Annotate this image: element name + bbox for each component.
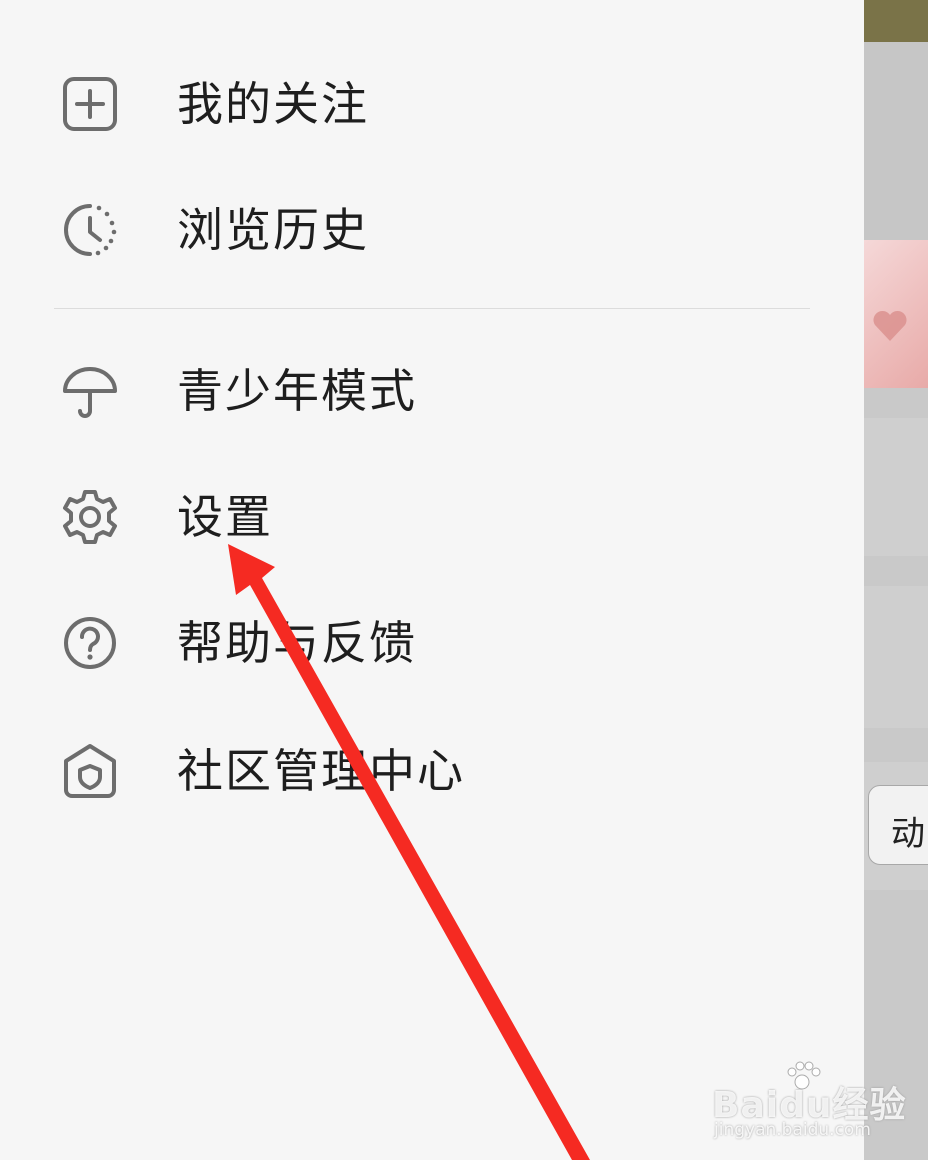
menu-item-label: 我的关注 [177,77,369,131]
umbrella-icon [62,363,118,419]
menu-item-community-center[interactable]: 社区管理中心 [0,743,864,853]
background-card [864,586,928,728]
background-dynamic-button[interactable]: 动 [868,785,928,865]
menu-item-teen-mode[interactable]: 青少年模式 [0,363,864,473]
menu-item-history[interactable]: 浏览历史 [0,202,864,312]
side-drawer: 我的关注 浏览历史 青少年模式 设置 帮助与反馈 社区管理中心 [0,0,864,1160]
menu-divider [54,308,810,309]
background-scrim[interactable]: 动 [864,0,928,1160]
menu-item-help-feedback[interactable]: 帮助与反馈 [0,615,864,725]
help-circle-icon [62,615,118,671]
heart-icon [873,310,907,341]
menu-item-following[interactable]: 我的关注 [0,76,864,186]
menu-item-label: 社区管理中心 [177,744,465,798]
shield-home-icon [62,743,118,799]
cut-off-menu-item [60,0,480,6]
watermark-url: jingyan.baidu.com [714,1120,871,1140]
baidu-jingyan-watermark: Baidu经验 jingyan.baidu.com [712,1061,905,1148]
background-card [864,42,928,240]
menu-item-label: 青少年模式 [177,364,417,418]
menu-item-label: 浏览历史 [177,203,369,257]
background-button-label: 动 [891,814,925,854]
menu-item-label: 帮助与反馈 [177,616,417,670]
gear-icon [62,489,118,545]
menu-item-settings[interactable]: 设置 [0,489,864,599]
background-image-strip [864,0,928,42]
history-clock-icon [62,202,118,258]
partial-icon [60,0,120,6]
menu-item-label: 设置 [177,490,273,544]
background-card [864,418,928,556]
plus-square-icon [62,76,118,132]
